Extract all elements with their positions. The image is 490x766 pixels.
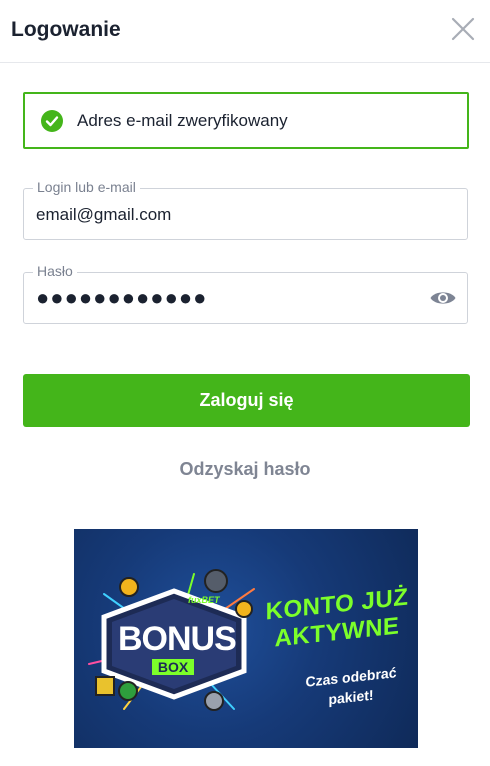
- modal-title: Logowanie: [11, 18, 121, 41]
- login-field-label: Login lub e-mail: [33, 179, 140, 195]
- logo-subtext: BOX: [151, 659, 195, 675]
- password-field-label: Hasło: [33, 263, 77, 279]
- promo-headline: KONTO JUŻ AKTYWNE: [262, 583, 412, 655]
- promo-subtitle: Czas odebrać pakiet!: [290, 661, 412, 714]
- recover-password-link[interactable]: Odzyskaj hasło: [0, 459, 490, 480]
- password-field-value[interactable]: ●●●●●●●●●●●●: [36, 285, 207, 311]
- show-password-eye-icon[interactable]: [429, 287, 457, 309]
- logo-brand: fuxBET: [188, 595, 220, 605]
- promo-banner[interactable]: fuxBET BONUS BOX KONTO JUŻ AKTYWNE Czas …: [74, 529, 418, 748]
- check-circle-icon: [41, 110, 63, 132]
- logo-text: BONUS: [118, 620, 237, 658]
- login-field-value[interactable]: email@gmail.com: [36, 205, 171, 225]
- verified-message: Adres e-mail zweryfikowany: [77, 111, 288, 130]
- login-field[interactable]: Login lub e-mail email@gmail.com: [23, 179, 468, 240]
- close-icon[interactable]: [450, 16, 476, 42]
- login-button[interactable]: Zaloguj się: [23, 374, 470, 427]
- modal-header: Logowanie: [0, 0, 490, 63]
- password-field[interactable]: Hasło ●●●●●●●●●●●●: [23, 263, 468, 324]
- email-verified-notice: Adres e-mail zweryfikowany: [23, 92, 469, 149]
- login-modal: Logowanie Adres e-mail zweryfikowany Log…: [0, 0, 490, 766]
